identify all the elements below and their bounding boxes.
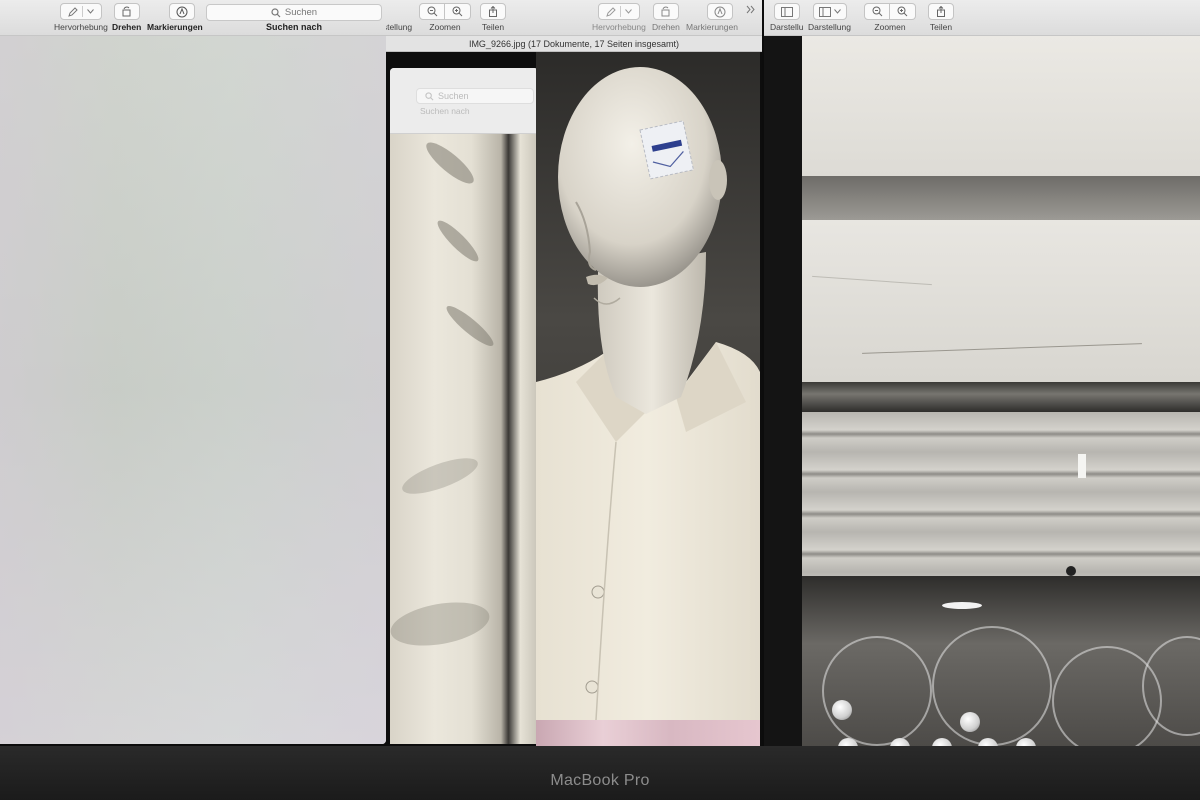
sidebar-icon <box>818 6 831 17</box>
markup-tool-2[interactable]: Markierungen <box>686 3 738 32</box>
zoom-in-icon <box>897 6 908 17</box>
background-search-input[interactable]: Suchen <box>416 88 534 104</box>
highlight-tool[interactable]: Hervorhebung <box>54 3 108 32</box>
rotate-button-2[interactable] <box>652 3 679 20</box>
zoom-out-icon <box>427 6 438 17</box>
sidebar-toggle-button-partial[interactable] <box>773 3 800 20</box>
chevron-double-right-icon <box>746 5 756 14</box>
mannequin-illustration <box>536 67 760 720</box>
highlight-button[interactable] <box>59 3 102 20</box>
highlight-label: Hervorhebung <box>54 22 108 32</box>
share-icon <box>488 6 498 17</box>
share-icon <box>936 6 946 17</box>
markup-button[interactable] <box>168 3 195 20</box>
share-label: Teilen <box>481 22 505 32</box>
partial-thumbnail-strip <box>536 720 760 746</box>
zoom-in-icon <box>452 6 463 17</box>
middle-preview-window: rstellung Zoomen <box>386 0 762 746</box>
weathered-edge <box>802 382 1200 412</box>
share-button[interactable] <box>928 3 954 20</box>
shop-window-display <box>802 576 1200 746</box>
search-input[interactable]: Suchen <box>206 4 382 21</box>
background-toolbar: Suchen Suchen nach <box>390 68 538 134</box>
share-tool[interactable]: Teilen <box>928 3 954 32</box>
rotate-button[interactable] <box>113 3 140 20</box>
zoom-out-button[interactable] <box>864 3 890 20</box>
laptop-brand-label: MacBook Pro <box>550 772 650 789</box>
rotate-icon <box>660 6 671 17</box>
left-toolbar: Hervorhebung Drehen Markierungen Suchen … <box>0 0 386 36</box>
blank-document-page <box>0 36 386 744</box>
sidebar-icon <box>780 6 793 17</box>
view-tool-partial[interactable]: Darstellu <box>770 3 804 32</box>
markup-pen-circle-icon <box>176 6 188 18</box>
background-search-label: Suchen nach <box>420 106 470 116</box>
share-button[interactable] <box>480 3 506 20</box>
zoom-out-icon <box>872 6 883 17</box>
search-placeholder: Suchen <box>284 7 318 18</box>
facade-ledge <box>802 176 1200 220</box>
share-label: Teilen <box>929 22 953 32</box>
facade-upper-wall <box>802 36 1200 176</box>
screen: Hervorhebung Drehen Markierungen Suchen … <box>0 0 1200 748</box>
facade-wall <box>802 220 1200 382</box>
markup-label: Markierungen <box>147 22 203 32</box>
rotate-tool-2[interactable]: Drehen <box>652 3 680 32</box>
shirt-sleeve-photo <box>390 134 538 744</box>
view-tool[interactable]: Darstellung <box>808 3 851 32</box>
markup-button-2[interactable] <box>706 3 733 20</box>
middle-toolbar: rstellung Zoomen <box>386 0 762 36</box>
search-label: Suchen nach <box>265 22 322 32</box>
view-label: rstellung <box>386 22 413 32</box>
document-title: IMG_9266.jpg (17 Dokumente, 17 Seiten in… <box>386 36 762 52</box>
rotate-label-2: Drehen <box>652 22 680 32</box>
search-icon <box>271 7 281 18</box>
right-preview-window: Darstellu Darstellung Zoomen Teilen <box>764 0 1200 746</box>
rotate-tool[interactable]: Drehen <box>112 3 141 32</box>
highlight-tool-2[interactable]: Hervorhebung <box>592 3 646 32</box>
highlight-label-2: Hervorhebung <box>592 22 646 32</box>
storefront-photo <box>802 36 1200 746</box>
background-search-placeholder: Suchen <box>438 91 469 101</box>
pen-icon <box>606 6 616 17</box>
left-preview-window: Hervorhebung Drehen Markierungen Suchen … <box>0 0 386 744</box>
zoom-out-button[interactable] <box>419 3 445 20</box>
zoom-in-button[interactable] <box>445 3 471 20</box>
zoom-tool[interactable]: Zoomen <box>419 3 471 32</box>
pen-icon <box>68 6 78 17</box>
zoom-label: Zoomen <box>429 22 461 32</box>
chevron-down-icon <box>833 9 841 14</box>
view-label-partial: Darstellu <box>770 22 804 32</box>
markup-pen-circle-icon <box>714 6 726 18</box>
markup-tool[interactable]: Markierungen <box>147 3 203 32</box>
view-label: Darstellung <box>808 22 851 32</box>
rotate-icon <box>121 6 132 17</box>
view-tool[interactable]: rstellung <box>386 3 412 32</box>
chevron-down-icon <box>625 9 632 14</box>
rolling-shutter <box>802 412 1200 576</box>
highlight-button-2[interactable] <box>597 3 640 20</box>
search-icon <box>425 91 434 101</box>
markup-label-2: Markierungen <box>686 22 738 32</box>
share-tool[interactable]: Teilen <box>480 3 506 32</box>
zoom-label: Zoomen <box>874 22 906 32</box>
right-toolbar: Darstellu Darstellung Zoomen Teilen <box>764 0 1200 36</box>
toolbar-overflow-button[interactable] <box>746 5 756 14</box>
chevron-down-icon <box>87 9 94 14</box>
sidebar-toggle-button[interactable] <box>812 3 847 20</box>
rotate-label: Drehen <box>112 22 142 32</box>
mannequin-photo <box>536 52 760 720</box>
background-preview-window: Suchen Suchen nach <box>390 68 538 744</box>
zoom-tool[interactable]: Zoomen <box>864 3 916 32</box>
zoom-in-button[interactable] <box>890 3 916 20</box>
